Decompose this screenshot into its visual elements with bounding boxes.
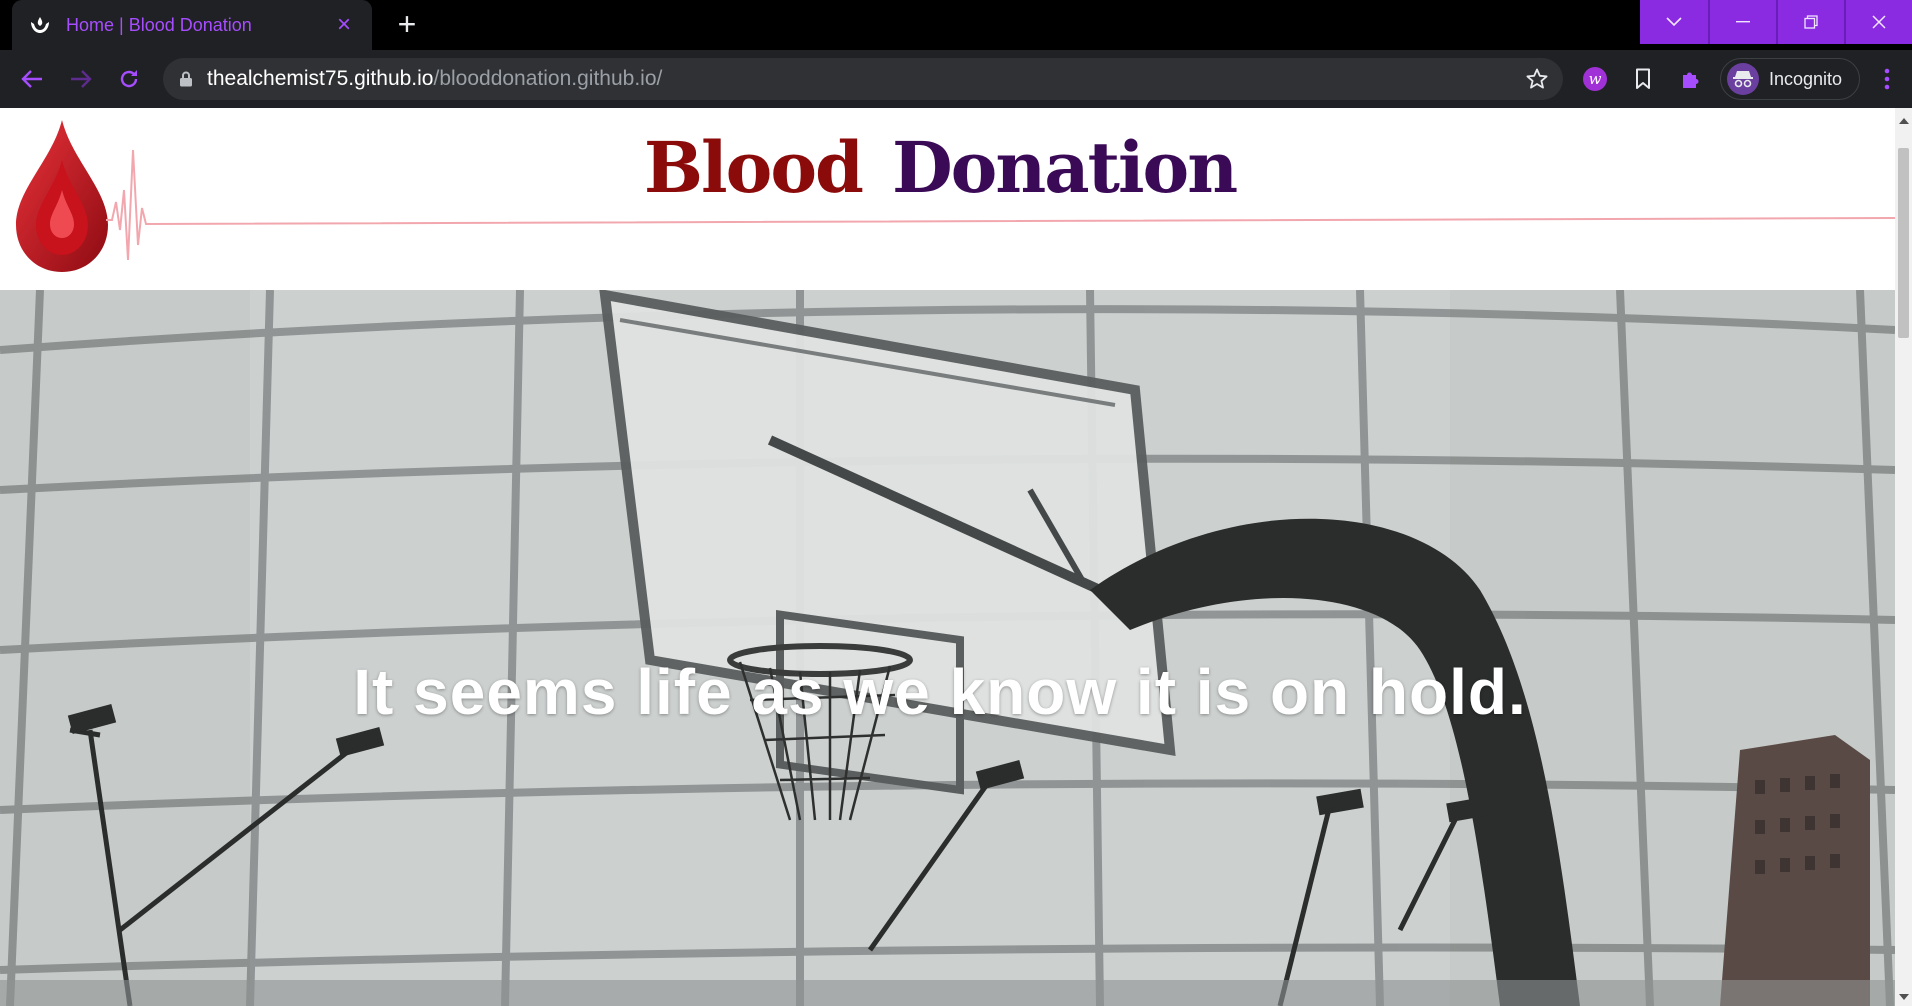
reload-button[interactable] xyxy=(114,64,144,94)
browser-toolbar: thealchemist75.github.io/blooddonation.g… xyxy=(0,50,1912,108)
svg-text:w: w xyxy=(1589,70,1602,88)
back-button[interactable] xyxy=(17,64,47,94)
hero-caption: It seems life as we know it is on hold. xyxy=(353,656,1527,728)
window-controls xyxy=(1640,0,1912,44)
close-window-button[interactable] xyxy=(1844,0,1912,44)
incognito-profile-button[interactable]: Incognito xyxy=(1720,58,1860,100)
reload-icon xyxy=(120,70,138,88)
hero-video-banner: It seems life as we know it is on hold. xyxy=(0,290,1895,1006)
url-path: /blooddonation.github.io/ xyxy=(433,67,663,90)
browser-tab[interactable]: Home | Blood Donation × xyxy=(12,0,372,50)
scroll-thumb[interactable] xyxy=(1898,148,1909,338)
site-title: Blood Donation xyxy=(0,126,1880,209)
new-tab-button[interactable]: + xyxy=(390,8,424,42)
hands-holding-drop-icon xyxy=(28,13,52,37)
page-viewport: Blood Donation It seems life as we know … xyxy=(0,108,1912,1006)
profile-label: Incognito xyxy=(1769,68,1843,89)
close-icon xyxy=(1872,15,1886,29)
puzzle-extensions-icon[interactable] xyxy=(1676,64,1706,94)
tab-close-button[interactable]: × xyxy=(332,13,356,37)
url-host: thealchemist75.github.io xyxy=(207,67,434,90)
arrow-right-icon xyxy=(71,70,92,88)
scroll-down-arrow-icon[interactable] xyxy=(1899,994,1909,1000)
basketball-hoop-background-image xyxy=(0,290,1895,1006)
lock-icon xyxy=(180,71,192,87)
page-scrollbar[interactable] xyxy=(1895,108,1912,1006)
site-title-word-donation: Donation xyxy=(891,126,1238,209)
address-bar[interactable]: thealchemist75.github.io/blooddonation.g… xyxy=(163,58,1563,100)
incognito-icon xyxy=(1727,63,1759,95)
tab-search-button[interactable] xyxy=(1640,0,1708,44)
minimize-button[interactable] xyxy=(1708,0,1776,44)
restore-button[interactable] xyxy=(1776,0,1844,44)
site-header: Blood Donation xyxy=(0,108,1895,290)
forward-button[interactable] xyxy=(66,64,96,94)
bookmark-icon[interactable] xyxy=(1628,64,1658,94)
site-title-word-blood: Blood xyxy=(643,126,864,209)
chevron-down-icon xyxy=(1666,17,1682,27)
arrow-left-icon xyxy=(21,70,42,88)
restore-icon xyxy=(1804,15,1818,29)
w-extension-icon[interactable]: w xyxy=(1580,64,1610,94)
more-menu-icon[interactable] xyxy=(1872,64,1902,94)
tab-strip: Home | Blood Donation × + xyxy=(0,0,1912,50)
minimize-icon xyxy=(1736,21,1750,23)
bookmark-star-icon[interactable] xyxy=(1525,67,1549,96)
scroll-up-arrow-icon[interactable] xyxy=(1899,118,1909,124)
tab-title: Home | Blood Donation xyxy=(66,14,252,35)
